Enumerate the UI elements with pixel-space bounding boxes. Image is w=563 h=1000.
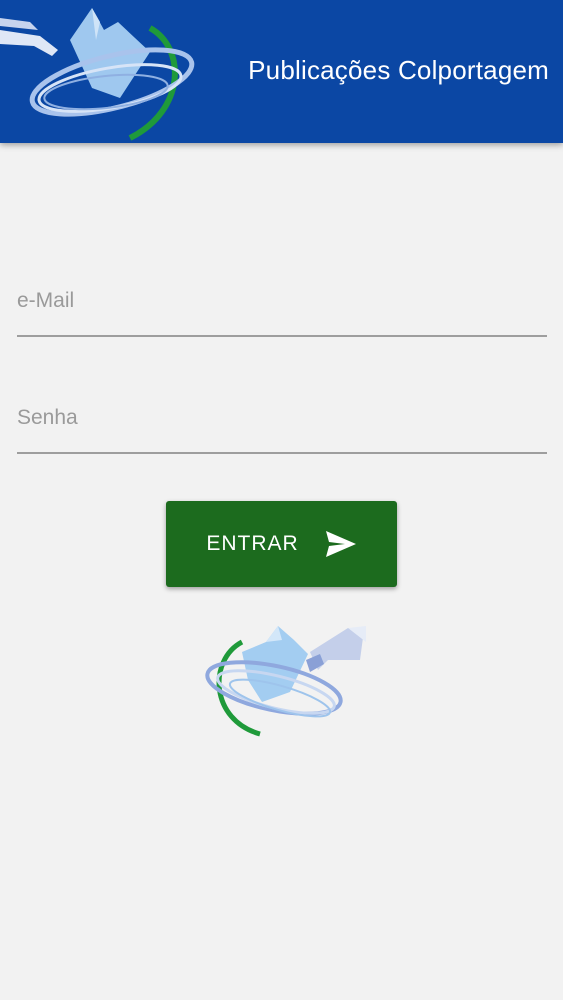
login-button[interactable]: ENTRAR <box>166 501 397 587</box>
login-button-label: ENTRAR <box>206 532 299 555</box>
email-field[interactable] <box>17 283 547 337</box>
send-icon <box>325 531 356 557</box>
app-title: Publicações Colportagem <box>248 55 549 85</box>
password-field[interactable] <box>17 400 547 454</box>
app-bar: Publicações Colportagem <box>0 0 563 143</box>
app-logo-icon <box>0 8 195 141</box>
email-input[interactable] <box>17 283 547 319</box>
globe-book-logo-icon <box>205 626 366 737</box>
password-input[interactable] <box>17 400 547 436</box>
